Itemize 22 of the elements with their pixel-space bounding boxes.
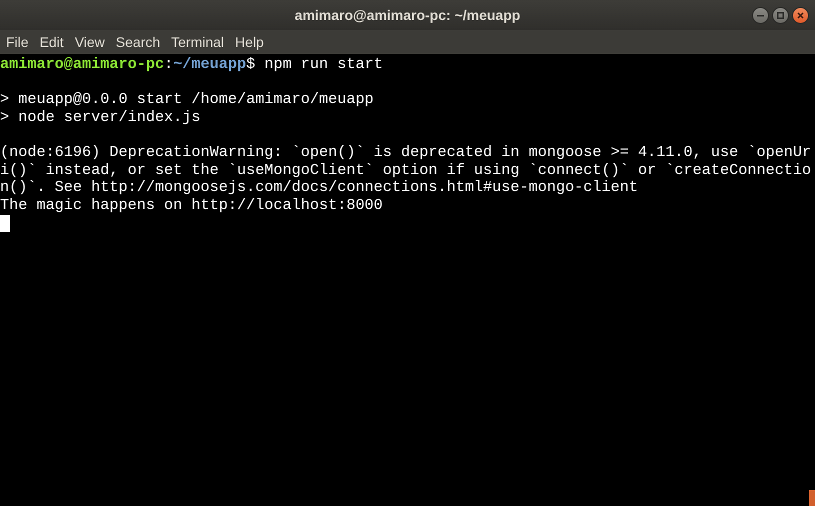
menu-item[interactable]: Search — [112, 34, 164, 50]
output-line: (node:6196) DeprecationWarning: `open()` is deprecated in mongoose >= 4.11.0, use `openUr — [0, 142, 812, 161]
close-button[interactable] — [792, 7, 809, 24]
close-icon — [797, 12, 804, 19]
output-line: > meuapp@0.0.0 start /home/amimaro/meuapp — [0, 90, 374, 108]
maximize-icon — [777, 12, 784, 19]
output-line: i()` instead, or set the `useMongoClient` option if using `connect()` or `createConnectio — [0, 160, 812, 179]
menu-item[interactable]: File — [2, 34, 33, 50]
output-line: The magic happens on http://localhost:8000 — [0, 196, 383, 214]
output-line: n()`. See http://mongoosejs.com/docs/connections.html#use-mongo-client — [0, 178, 638, 196]
menu-item[interactable]: Help — [231, 34, 268, 50]
output-line: > node server/index.js — [0, 108, 201, 126]
prompt-line: amimaro@amimaro-pc:~/meuapp$ npm run start — [0, 55, 383, 73]
menu-item[interactable]: Terminal — [167, 34, 228, 50]
maximize-button[interactable] — [772, 7, 789, 24]
window-title: amimaro@amimaro-pc: ~/meuapp — [294, 7, 520, 23]
scroll-indicator — [809, 490, 815, 506]
menu-item[interactable]: View — [70, 34, 109, 50]
minimize-button[interactable] — [752, 7, 769, 24]
minimize-icon — [757, 14, 764, 16]
menu-item[interactable]: Edit — [36, 34, 68, 50]
text-cursor — [0, 215, 10, 232]
